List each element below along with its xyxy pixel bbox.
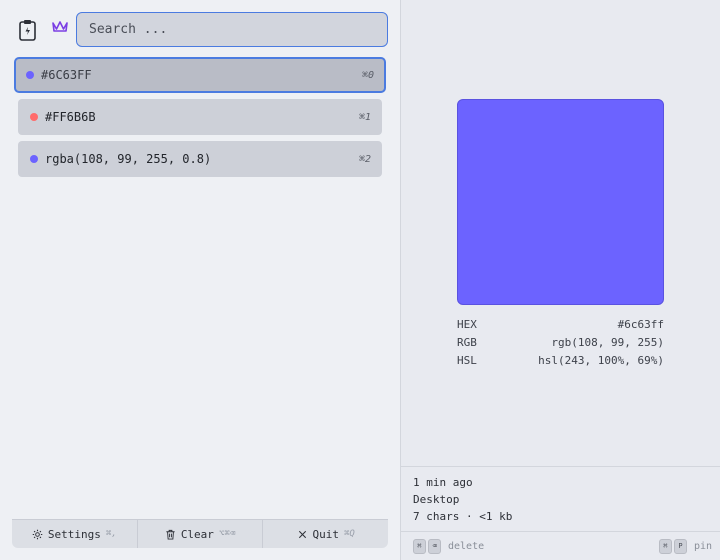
settings-shortcut: ⌘, — [105, 529, 117, 539]
color-dot — [30, 155, 38, 163]
info-value: #6c63ff — [617, 318, 664, 331]
info-value: hsl(243, 100%, 69%) — [538, 354, 664, 367]
clipboard-app: #6C63FF ⌘0 #FF6B6B ⌘1 rgba(108, 99, 255,… — [0, 0, 720, 560]
color-dot — [26, 71, 34, 79]
command-key: ⌘ — [413, 538, 426, 554]
clipboard-icon[interactable] — [19, 19, 36, 41]
item-metadata: 1 min ago Desktop 7 chars · <1 kb — [401, 466, 720, 532]
item-shortcut: ⌘0 — [361, 69, 374, 81]
item-shortcut: ⌘1 — [358, 111, 371, 123]
list-item[interactable]: rgba(108, 99, 255, 0.8) ⌘2 — [18, 141, 382, 177]
hint-bar: ⌘ ⌫ delete ⌘ P pin — [401, 531, 720, 560]
list-item[interactable]: #6C63FF ⌘0 — [14, 57, 386, 93]
pin-hint[interactable]: ⌘ P pin — [658, 538, 712, 554]
color-dot — [30, 113, 38, 121]
gear-icon — [32, 529, 43, 539]
item-label: rgba(108, 99, 255, 0.8) — [45, 152, 212, 166]
p-key: P — [673, 538, 687, 554]
search-input[interactable] — [76, 12, 388, 47]
info-row-hsl: HSL hsl(243, 100%, 69%) — [457, 354, 664, 372]
settings-button[interactable]: Settings ⌘, — [12, 520, 138, 548]
close-icon — [298, 530, 306, 538]
delete-hint[interactable]: ⌘ ⌫ delete — [413, 538, 485, 554]
content-size: 7 chars · <1 kb — [413, 510, 513, 523]
clear-shortcut: ⌥⌘⌫ — [218, 529, 236, 539]
crown-icon[interactable] — [51, 20, 69, 34]
command-key: ⌘ — [658, 538, 672, 554]
clear-label: Clear — [180, 527, 214, 541]
history-pane: #6C63FF ⌘0 #FF6B6B ⌘1 rgba(108, 99, 255,… — [0, 0, 401, 560]
info-value: rgb(108, 99, 255) — [551, 336, 664, 349]
topbar — [0, 0, 400, 58]
quit-shortcut: ⌘Q — [344, 529, 355, 539]
source-app: Desktop — [413, 493, 460, 506]
info-key: HSL — [457, 354, 477, 367]
trash-icon — [166, 529, 175, 540]
preview-pane: HEX #6c63ff RGB rgb(108, 99, 255) HSL hs… — [401, 0, 720, 560]
item-shortcut: ⌘2 — [358, 153, 371, 165]
pin-hint-label: pin — [693, 540, 712, 552]
backspace-key: ⌫ — [428, 538, 441, 554]
color-swatch — [457, 99, 664, 305]
item-label: #FF6B6B — [45, 110, 96, 124]
info-row-rgb: RGB rgb(108, 99, 255) — [457, 336, 664, 354]
quit-button[interactable]: Quit ⌘Q — [263, 520, 388, 548]
list-item[interactable]: #FF6B6B ⌘1 — [18, 99, 382, 135]
item-label: #6C63FF — [41, 68, 92, 82]
settings-label: Settings — [47, 527, 101, 541]
info-row-hex: HEX #6c63ff — [457, 318, 664, 336]
info-key: RGB — [457, 336, 477, 349]
delete-hint-label: delete — [448, 540, 485, 552]
color-info: HEX #6c63ff RGB rgb(108, 99, 255) HSL hs… — [457, 318, 664, 372]
footer-bar: Settings ⌘, Clear ⌥⌘⌫ Quit ⌘Q — [12, 519, 388, 548]
info-key: HEX — [457, 318, 477, 331]
copied-time: 1 min ago — [413, 476, 473, 489]
quit-label: Quit — [312, 527, 340, 541]
clear-button[interactable]: Clear ⌥⌘⌫ — [138, 520, 264, 548]
